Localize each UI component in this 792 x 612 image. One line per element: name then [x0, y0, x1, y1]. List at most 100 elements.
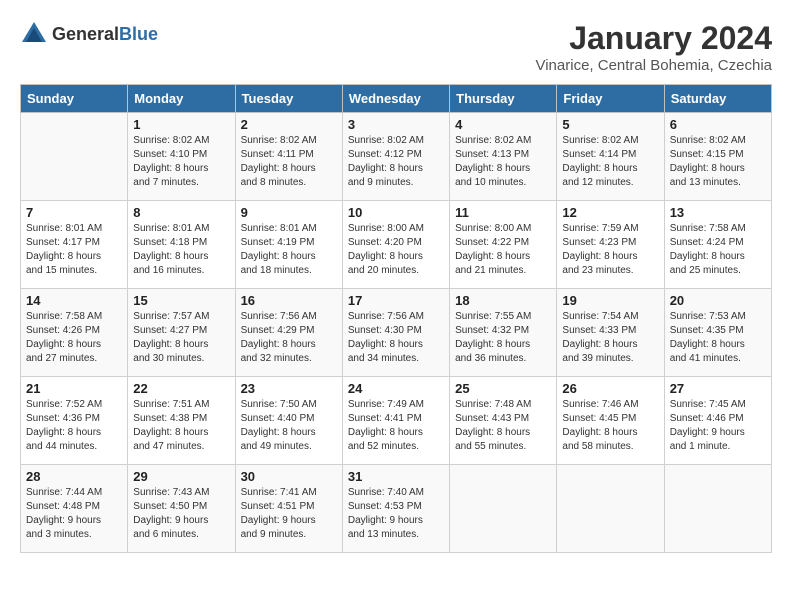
calendar-cell: 24Sunrise: 7:49 AM Sunset: 4:41 PM Dayli…: [342, 377, 449, 465]
calendar-cell: 18 Sunrise: 7:55 AM Sunset: 4:32 PM Dayli…: [450, 289, 557, 377]
cell-content: Sunrise: 7:43 AM Sunset: 4:50 PM Dayligh…: [133, 486, 229, 542]
cell-content: Sunrise: 7:56 AM Sunset: 4:29 PM Dayligh…: [241, 310, 337, 366]
cell-content: Sunrise: 7:58 AM Sunset: 4:24 PM Dayligh…: [670, 222, 766, 278]
month-title: January 2024: [535, 20, 772, 57]
calendar-cell: [557, 465, 664, 553]
calendar-cell: 15 Sunrise: 7:57 AM Sunset: 4:27 PM Dayli…: [128, 289, 235, 377]
calendar-cell: 30 Sunrise: 7:41 AM Sunset: 4:51 PM Dayli…: [235, 465, 342, 553]
calendar-cell: 7 Sunrise: 8:01 AM Sunset: 4:17 PM Daylig…: [21, 201, 128, 289]
day-number: 15: [133, 293, 229, 308]
calendar-cell: 3 Sunrise: 8:02 AM Sunset: 4:12 PM Daylig…: [342, 113, 449, 201]
day-number: 27: [670, 381, 766, 396]
calendar-week-row: 7 Sunrise: 8:01 AM Sunset: 4:17 PM Daylig…: [21, 201, 772, 289]
day-number: 22: [133, 381, 229, 396]
cell-content: Sunrise: 7:41 AM Sunset: 4:51 PM Dayligh…: [241, 486, 337, 542]
day-number: 14: [26, 293, 122, 308]
cell-content: Sunrise: 8:02 AM Sunset: 4:10 PM Dayligh…: [133, 134, 229, 190]
day-header-sunday: Sunday: [21, 85, 128, 113]
cell-content: Sunrise: 7:57 AM Sunset: 4:27 PM Dayligh…: [133, 310, 229, 366]
calendar-week-row: 21Sunrise: 7:52 AM Sunset: 4:36 PM Dayli…: [21, 377, 772, 465]
cell-content: Sunrise: 8:02 AM Sunset: 4:14 PM Dayligh…: [562, 134, 658, 190]
cell-content: Sunrise: 7:40 AM Sunset: 4:53 PM Dayligh…: [348, 486, 444, 542]
logo-icon: [20, 20, 48, 48]
cell-content: Sunrise: 7:50 AM Sunset: 4:40 PM Dayligh…: [241, 398, 337, 454]
calendar-cell: 27 Sunrise: 7:45 AM Sunset: 4:46 PM Dayli…: [664, 377, 771, 465]
day-number: 11: [455, 205, 551, 220]
calendar-cell: 13 Sunrise: 7:58 AM Sunset: 4:24 PM Dayli…: [664, 201, 771, 289]
day-number: 30: [241, 469, 337, 484]
calendar-cell: 14 Sunrise: 7:58 AM Sunset: 4:26 PM Dayli…: [21, 289, 128, 377]
day-header-monday: Monday: [128, 85, 235, 113]
calendar-cell: [21, 113, 128, 201]
day-number: 3: [348, 117, 444, 132]
day-number: 19: [562, 293, 658, 308]
calendar-header-row: SundayMondayTuesdayWednesdayThursdayFrid…: [21, 85, 772, 113]
calendar-cell: 12Sunrise: 7:59 AM Sunset: 4:23 PM Dayli…: [557, 201, 664, 289]
day-header-wednesday: Wednesday: [342, 85, 449, 113]
cell-content: Sunrise: 8:00 AM Sunset: 4:20 PM Dayligh…: [348, 222, 444, 278]
calendar-cell: 6 Sunrise: 8:02 AM Sunset: 4:15 PM Daylig…: [664, 113, 771, 201]
cell-content: Sunrise: 8:02 AM Sunset: 4:15 PM Dayligh…: [670, 134, 766, 190]
day-number: 16: [241, 293, 337, 308]
cell-content: Sunrise: 8:00 AM Sunset: 4:22 PM Dayligh…: [455, 222, 551, 278]
calendar-cell: 8Sunrise: 8:01 AM Sunset: 4:18 PM Daylig…: [128, 201, 235, 289]
calendar-cell: 21Sunrise: 7:52 AM Sunset: 4:36 PM Dayli…: [21, 377, 128, 465]
day-number: 7: [26, 205, 122, 220]
day-header-saturday: Saturday: [664, 85, 771, 113]
calendar-cell: 1Sunrise: 8:02 AM Sunset: 4:10 PM Daylig…: [128, 113, 235, 201]
calendar-week-row: 14 Sunrise: 7:58 AM Sunset: 4:26 PM Dayli…: [21, 289, 772, 377]
calendar-cell: 4Sunrise: 8:02 AM Sunset: 4:13 PM Daylig…: [450, 113, 557, 201]
cell-content: Sunrise: 7:58 AM Sunset: 4:26 PM Dayligh…: [26, 310, 122, 366]
cell-content: Sunrise: 8:01 AM Sunset: 4:17 PM Dayligh…: [26, 222, 122, 278]
cell-content: Sunrise: 7:54 AM Sunset: 4:33 PM Dayligh…: [562, 310, 658, 366]
cell-content: Sunrise: 7:45 AM Sunset: 4:46 PM Dayligh…: [670, 398, 766, 454]
calendar-cell: 22 Sunrise: 7:51 AM Sunset: 4:38 PM Dayli…: [128, 377, 235, 465]
day-number: 5: [562, 117, 658, 132]
cell-content: Sunrise: 7:46 AM Sunset: 4:45 PM Dayligh…: [562, 398, 658, 454]
calendar-cell: 11 Sunrise: 8:00 AM Sunset: 4:22 PM Dayli…: [450, 201, 557, 289]
day-number: 23: [241, 381, 337, 396]
day-number: 25: [455, 381, 551, 396]
logo-blue-text: Blue: [119, 24, 158, 44]
location-title: Vinarice, Central Bohemia, Czechia: [535, 57, 772, 74]
calendar-cell: 2Sunrise: 8:02 AM Sunset: 4:11 PM Daylig…: [235, 113, 342, 201]
day-number: 13: [670, 205, 766, 220]
cell-content: Sunrise: 7:55 AM Sunset: 4:32 PM Dayligh…: [455, 310, 551, 366]
logo-general-text: General: [52, 24, 119, 44]
calendar-cell: 31 Sunrise: 7:40 AM Sunset: 4:53 PM Dayli…: [342, 465, 449, 553]
calendar-cell: 17Sunrise: 7:56 AM Sunset: 4:30 PM Dayli…: [342, 289, 449, 377]
day-number: 31: [348, 469, 444, 484]
cell-content: Sunrise: 7:49 AM Sunset: 4:41 PM Dayligh…: [348, 398, 444, 454]
day-header-tuesday: Tuesday: [235, 85, 342, 113]
day-number: 10: [348, 205, 444, 220]
cell-content: Sunrise: 8:01 AM Sunset: 4:19 PM Dayligh…: [241, 222, 337, 278]
calendar-week-row: 1Sunrise: 8:02 AM Sunset: 4:10 PM Daylig…: [21, 113, 772, 201]
day-number: 9: [241, 205, 337, 220]
day-number: 18: [455, 293, 551, 308]
calendar-cell: 25 Sunrise: 7:48 AM Sunset: 4:43 PM Dayli…: [450, 377, 557, 465]
logo: GeneralBlue: [20, 20, 158, 48]
day-number: 6: [670, 117, 766, 132]
calendar-cell: 5 Sunrise: 8:02 AM Sunset: 4:14 PM Daylig…: [557, 113, 664, 201]
calendar-cell: 20 Sunrise: 7:53 AM Sunset: 4:35 PM Dayli…: [664, 289, 771, 377]
day-number: 20: [670, 293, 766, 308]
calendar-cell: 23 Sunrise: 7:50 AM Sunset: 4:40 PM Dayli…: [235, 377, 342, 465]
calendar-cell: [664, 465, 771, 553]
day-number: 4: [455, 117, 551, 132]
cell-content: Sunrise: 7:53 AM Sunset: 4:35 PM Dayligh…: [670, 310, 766, 366]
calendar-cell: 28Sunrise: 7:44 AM Sunset: 4:48 PM Dayli…: [21, 465, 128, 553]
day-header-friday: Friday: [557, 85, 664, 113]
page-header: GeneralBlue January 2024 Vinarice, Centr…: [20, 20, 772, 74]
cell-content: Sunrise: 8:02 AM Sunset: 4:12 PM Dayligh…: [348, 134, 444, 190]
cell-content: Sunrise: 7:51 AM Sunset: 4:38 PM Dayligh…: [133, 398, 229, 454]
calendar-cell: [450, 465, 557, 553]
calendar-cell: 29Sunrise: 7:43 AM Sunset: 4:50 PM Dayli…: [128, 465, 235, 553]
calendar-cell: 19 Sunrise: 7:54 AM Sunset: 4:33 PM Dayli…: [557, 289, 664, 377]
cell-content: Sunrise: 7:48 AM Sunset: 4:43 PM Dayligh…: [455, 398, 551, 454]
day-number: 2: [241, 117, 337, 132]
calendar-cell: 10 Sunrise: 8:00 AM Sunset: 4:20 PM Dayli…: [342, 201, 449, 289]
day-number: 12: [562, 205, 658, 220]
calendar-cell: 9 Sunrise: 8:01 AM Sunset: 4:19 PM Daylig…: [235, 201, 342, 289]
day-number: 21: [26, 381, 122, 396]
calendar-cell: 26Sunrise: 7:46 AM Sunset: 4:45 PM Dayli…: [557, 377, 664, 465]
